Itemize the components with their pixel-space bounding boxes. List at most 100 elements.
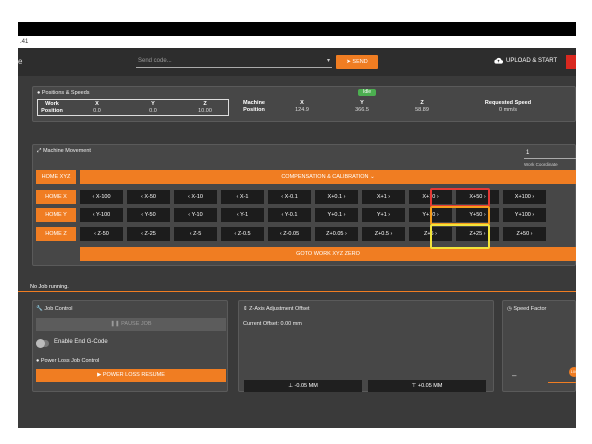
z-offset-plus-button[interactable]: ⊤ +0.05 MM [368, 380, 486, 392]
machine-x-header: X [300, 100, 304, 106]
send-code-placeholder: Send code... [138, 58, 172, 64]
send-icon: ➤ [346, 59, 351, 65]
movement-title: ⤢ Machine Movement [37, 148, 91, 154]
axis-x-header: X [95, 101, 99, 107]
machine-z-value: 58.89 [415, 107, 429, 113]
x-jog-label: X-10 [191, 194, 203, 200]
x-jog-button[interactable]: ‹ X-100 [80, 190, 123, 204]
status-separator [18, 291, 576, 292]
z-jog-label: Z+50 [516, 231, 530, 237]
play-icon: ▶ [97, 372, 102, 378]
end-gcode-toggle[interactable] [36, 339, 49, 348]
home-x-button[interactable]: HOME X [36, 190, 76, 204]
z-plus-label: +0.05 MM [417, 383, 443, 389]
y-jog-button[interactable]: ‹ Y-50 [127, 208, 170, 222]
work-label: Work [45, 101, 59, 107]
z-jog-label: Z+0.5 [374, 231, 389, 237]
goto-work-zero-button[interactable]: GOTO WORK XYZ ZERO [80, 247, 576, 261]
z-jog-button[interactable]: ‹ Z-0.5 [221, 227, 264, 241]
y-jog-button[interactable]: Y+100 › [503, 208, 546, 222]
y-jog-button[interactable]: ‹ Y-1 [221, 208, 264, 222]
x-jog-label: X-1 [239, 194, 249, 200]
work-x-value: 0.0 [93, 108, 101, 114]
power-loss-title: ● Power Loss Job Control [36, 358, 100, 364]
y-jog-button[interactable]: ‹ Y-100 [80, 208, 123, 222]
status-badge: Idle [358, 89, 376, 96]
z-jog-button[interactable]: ‹ Z-50 [80, 227, 123, 241]
send-code-input[interactable]: Send code... ▾ [136, 56, 332, 68]
y-jog-label: Y-100 [96, 212, 111, 218]
power-loss-resume-label: POWER LOSS RESUME [102, 372, 165, 378]
chevron-right-icon: › [530, 212, 535, 218]
x-jog-button[interactable]: ‹ X-10 [174, 190, 217, 204]
x-jog-button[interactable]: X+0.1 › [315, 190, 358, 204]
y-jog-button[interactable]: ‹ Y-10 [174, 208, 217, 222]
z-offset-panel: ⇕ Z-Axis Adjustment Offset Current Offse… [238, 300, 494, 392]
speed-factor-title: ◷ Speed Factor [507, 306, 547, 312]
z-jog-button[interactable]: Z+0.05 › [315, 227, 358, 241]
chevron-right-icon: › [343, 231, 347, 237]
pause-icon: ❚❚ [110, 321, 120, 327]
speed-factor-knob[interactable]: 100 [569, 367, 576, 377]
axis-z-header: Z [203, 101, 207, 107]
positions-title: ● Positions & Speeds [37, 90, 90, 96]
z-offset-minus-button[interactable]: ⊥ -0.05 MM [244, 380, 362, 392]
home-z-button[interactable]: HOME Z [36, 227, 76, 241]
send-button-label: SEND [352, 59, 368, 65]
stop-button[interactable] [566, 55, 576, 69]
x-jog-button[interactable]: ‹ X-1 [221, 190, 264, 204]
z-jog-button[interactable]: ‹ Z-25 [127, 227, 170, 241]
y-jog-button[interactable]: Y+0.1 › [315, 208, 358, 222]
work-position-box: Work Position X 0.0 Y 0.0 Z 10.00 [37, 99, 229, 116]
upload-start-button[interactable]: UPLOAD & START [494, 57, 557, 64]
cloud-upload-icon [494, 57, 504, 64]
chevron-right-icon: › [529, 231, 533, 237]
send-button[interactable]: ➤ SEND [336, 55, 378, 69]
compensation-calibration-button[interactable]: COMPENSATION & CALIBRATION ⌄ [80, 170, 576, 184]
z-jog-label: Z-0.5 [237, 231, 251, 237]
machine-label: Machine [242, 100, 265, 106]
info-icon: ● [37, 90, 41, 96]
x-jog-button[interactable]: ‹ X-50 [127, 190, 170, 204]
x-jog-label: X-50 [144, 194, 156, 200]
x-jog-button[interactable]: X+1 › [362, 190, 405, 204]
x-jog-label: X+1 [376, 194, 387, 200]
x-jog-button[interactable]: ‹ X-0.1 [268, 190, 311, 204]
chevron-right-icon: › [388, 231, 393, 237]
home-xyz-button[interactable]: HOME XYZ [36, 170, 76, 184]
pause-job-label: PAUSE JOB [121, 321, 152, 327]
speed-minus-button[interactable]: – [512, 371, 516, 380]
move-arrows-icon: ⤢ [37, 148, 42, 154]
speedometer-icon: ◷ [507, 306, 512, 312]
y-jog-button[interactable]: Y+1 › [362, 208, 405, 222]
speed-factor-slider[interactable] [548, 382, 576, 383]
step-size-value[interactable]: 1 [526, 150, 529, 156]
chevron-right-icon: › [386, 194, 391, 200]
y-jog-label: Y-0.1 [284, 212, 298, 218]
x-jog-label: X-0.1 [284, 194, 298, 200]
wrench-icon: 🔧 [36, 306, 43, 312]
home-y-button[interactable]: HOME Y [36, 208, 76, 222]
z-jog-button[interactable]: ‹ Z-5 [174, 227, 217, 241]
z-jog-button[interactable]: Z+0.5 › [362, 227, 405, 241]
chevron-right-icon: › [386, 212, 391, 218]
machine-y-value: 366.5 [355, 107, 369, 113]
x-jog-button[interactable]: X+100 › [503, 190, 546, 204]
x-jog-label: X+100 [514, 194, 531, 200]
compensation-label: COMPENSATION & CALIBRATION [281, 174, 369, 180]
x-jog-label: X-100 [95, 194, 111, 200]
z-jog-button[interactable]: ‹ Z-0.05 [268, 227, 311, 241]
pause-job-button[interactable]: ❚❚ PAUSE JOB [36, 318, 226, 331]
z-offset-icon: ⇕ [243, 306, 248, 312]
positions-panel: ● Positions & Speeds Idle Work Position … [32, 86, 576, 122]
z-jog-label: Z-0.05 [283, 231, 300, 237]
power-loss-resume-button[interactable]: ▶ POWER LOSS RESUME [36, 369, 226, 382]
dropdown-caret-icon[interactable]: ▾ [327, 56, 330, 67]
y-jog-button[interactable]: ‹ Y-0.1 [268, 208, 311, 222]
top-toolbar: e Send code... ▾ ➤ SEND UPLOAD & START [18, 48, 576, 76]
z-jog-label: Z-50 [97, 231, 109, 237]
z-jog-button[interactable]: Z+50 › [503, 227, 546, 241]
machine-z-header: Z [420, 100, 424, 106]
chevron-right-icon: › [530, 194, 535, 200]
app-window: e Send code... ▾ ➤ SEND UPLOAD & START ●… [18, 48, 576, 428]
